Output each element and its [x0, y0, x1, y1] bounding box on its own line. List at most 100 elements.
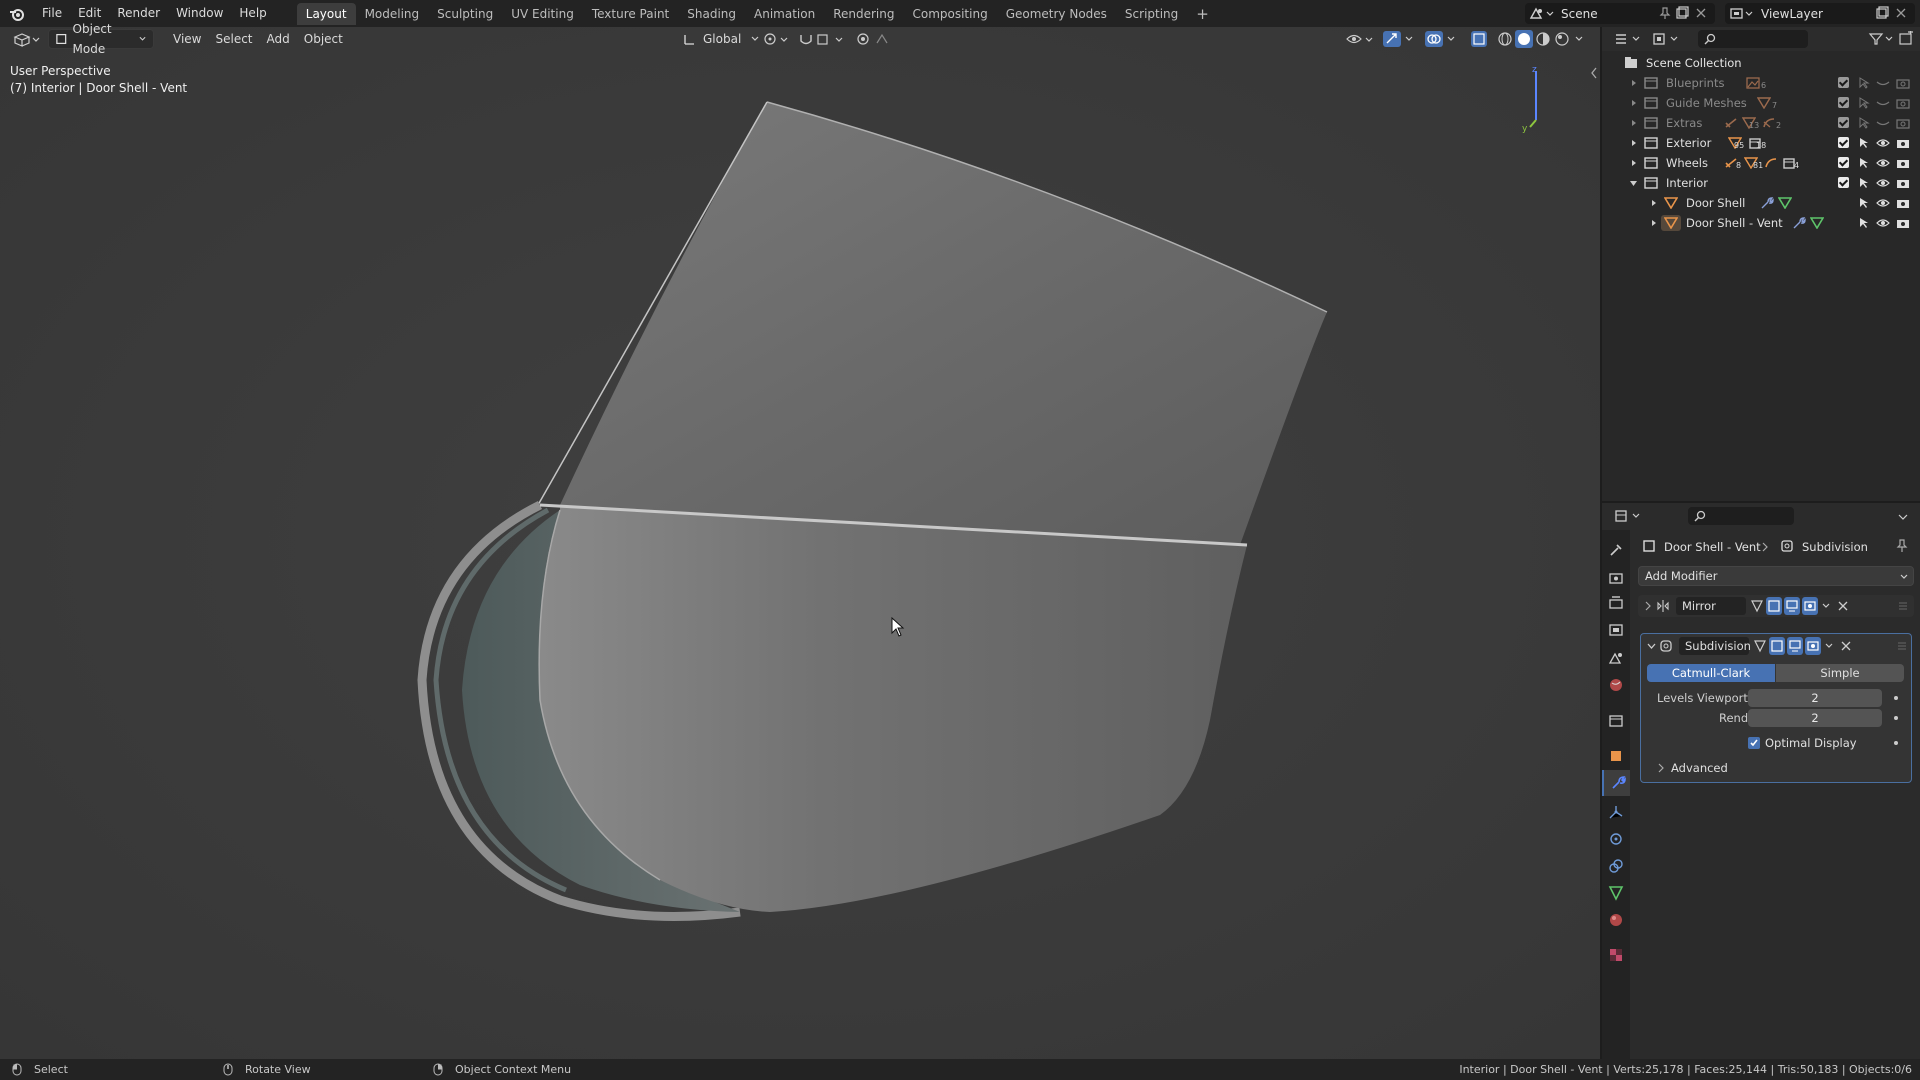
physics-tab-icon[interactable] [1608, 831, 1624, 847]
outliner-item-door-shell-vent[interactable]: Door Shell - Vent [1602, 213, 1920, 233]
simple-button[interactable]: Simple [1776, 664, 1904, 682]
selectable-icon[interactable] [1858, 77, 1870, 89]
edit-mode-toggle-icon[interactable] [1750, 599, 1764, 613]
view-layer-selector[interactable]: ViewLayer [1725, 3, 1915, 24]
selectable-icon[interactable] [1858, 217, 1870, 229]
menu-window[interactable]: Window [168, 0, 231, 27]
camera-icon[interactable] [1896, 117, 1910, 129]
eye-icon[interactable] [1876, 197, 1890, 209]
close-icon[interactable] [1895, 7, 1907, 19]
particles-tab-icon[interactable] [1608, 804, 1624, 820]
menu-help[interactable]: Help [231, 0, 274, 27]
object-tab-icon[interactable] [1608, 748, 1624, 764]
editor-type-icon[interactable] [1614, 32, 1642, 46]
camera-icon[interactable] [1896, 137, 1910, 149]
exclude-checkbox[interactable] [1838, 157, 1849, 168]
data-tab-icon[interactable] [1608, 885, 1624, 901]
advanced-subpanel-header[interactable]: Advanced [1653, 758, 1893, 778]
selectable-icon[interactable] [1858, 197, 1870, 209]
remove-modifier-icon[interactable] [1841, 641, 1851, 651]
selectable-icon[interactable] [1858, 177, 1870, 189]
camera-icon[interactable] [1896, 197, 1910, 209]
optimal-display-checkbox[interactable] [1748, 737, 1760, 749]
outliner-item-guide-meshes[interactable]: Guide Meshes 7 [1602, 93, 1920, 113]
add-modifier-dropdown[interactable]: Add Modifier [1638, 566, 1914, 586]
levels-viewport-field[interactable]: 2 [1748, 689, 1882, 707]
tab-shading[interactable]: Shading [678, 3, 745, 25]
3d-viewport[interactable]: z y [0, 27, 1600, 1059]
proportional-editing-icon[interactable] [855, 31, 905, 47]
modifier-tab-active[interactable] [1602, 770, 1630, 796]
render-toggle-icon[interactable] [1805, 637, 1821, 655]
expand-arrow-icon[interactable] [1630, 99, 1638, 107]
outliner-scene-collection[interactable]: Scene Collection [1602, 53, 1920, 73]
visibility-selectability-icon[interactable] [1345, 31, 1375, 47]
camera-icon[interactable] [1896, 97, 1910, 109]
chevron-down-icon[interactable] [1825, 643, 1833, 649]
expand-arrow-icon[interactable] [1650, 199, 1658, 207]
viewport-toggle-icon[interactable] [1784, 597, 1800, 615]
chevron-down-icon[interactable] [1822, 603, 1830, 609]
new-collection-icon[interactable] [1898, 31, 1914, 47]
camera-icon[interactable] [1896, 217, 1910, 229]
scene-tab-icon[interactable] [1608, 650, 1624, 666]
pin-icon[interactable] [1896, 539, 1908, 553]
menu-add[interactable]: Add [260, 29, 297, 49]
render-tab-icon[interactable] [1608, 570, 1624, 586]
outliner-item-door-shell[interactable]: Door Shell [1602, 193, 1920, 213]
solid-shading-icon[interactable] [1515, 30, 1533, 48]
vent-mesh[interactable] [0, 27, 1600, 1059]
hidden-eye-icon[interactable] [1876, 117, 1890, 129]
editor-type-icon[interactable] [1614, 509, 1642, 523]
exclude-checkbox[interactable] [1838, 177, 1849, 188]
display-mode-icon[interactable] [1652, 32, 1680, 46]
output-tab-icon[interactable] [1608, 595, 1624, 611]
wireframe-shading-icon[interactable] [1496, 30, 1514, 48]
collapse-sidebar-icon[interactable] [1590, 67, 1598, 79]
exclude-checkbox[interactable] [1838, 77, 1849, 88]
rendered-shading-icon[interactable] [1553, 30, 1571, 48]
camera-icon[interactable] [1896, 77, 1910, 89]
selectable-icon[interactable] [1858, 97, 1870, 109]
menu-view[interactable]: View [166, 29, 208, 49]
gizmo-toggle-icon[interactable] [1382, 30, 1416, 48]
tab-scripting[interactable]: Scripting [1116, 3, 1187, 25]
exclude-checkbox[interactable] [1838, 97, 1849, 108]
exclude-checkbox[interactable] [1838, 117, 1849, 128]
on-cage-toggle-icon[interactable] [1769, 637, 1785, 655]
selectable-icon[interactable] [1858, 137, 1870, 149]
chevron-down-icon[interactable] [1647, 643, 1656, 650]
camera-icon[interactable] [1896, 157, 1910, 169]
new-view-layer-icon[interactable] [1875, 6, 1889, 20]
close-icon[interactable] [1695, 7, 1707, 19]
drag-handle-icon[interactable] [1897, 642, 1907, 650]
tab-compositing[interactable]: Compositing [903, 3, 996, 25]
render-toggle-icon[interactable] [1802, 597, 1818, 615]
hidden-eye-icon[interactable] [1876, 97, 1890, 109]
material-shading-icon[interactable] [1534, 30, 1552, 48]
camera-icon[interactable] [1896, 177, 1910, 189]
eye-icon[interactable] [1876, 177, 1890, 189]
collection-tab-icon[interactable] [1608, 713, 1624, 729]
menu-file[interactable]: File [34, 0, 70, 27]
scene-selector[interactable]: Scene [1525, 3, 1715, 24]
expand-arrow-icon[interactable] [1650, 219, 1658, 227]
tab-uv-editing[interactable]: UV Editing [502, 3, 583, 25]
new-scene-icon[interactable] [1675, 6, 1689, 20]
tab-sculpting[interactable]: Sculpting [428, 3, 502, 25]
selectable-icon[interactable] [1858, 157, 1870, 169]
render-levels-field[interactable]: 2 [1748, 709, 1882, 727]
outliner-item-wheels[interactable]: Wheels 8 81 4 [1602, 153, 1920, 173]
expand-arrow-icon[interactable] [1630, 79, 1638, 87]
expand-arrow-icon[interactable] [1630, 159, 1638, 167]
material-tab-icon[interactable] [1608, 912, 1624, 928]
constraints-tab-icon[interactable] [1608, 858, 1624, 874]
editor-type-icon[interactable] [12, 31, 40, 47]
expand-arrow-icon[interactable] [1630, 119, 1638, 127]
pin-icon[interactable] [1659, 7, 1671, 20]
object-mode-dropdown[interactable]: Object Mode [48, 22, 154, 56]
subdivision-modifier-header[interactable]: Subdivision [1641, 634, 1911, 658]
snap-icon[interactable] [798, 31, 848, 47]
transform-orientation-dropdown[interactable]: Global [676, 29, 766, 49]
mirror-name-field[interactable]: Mirror [1676, 597, 1746, 615]
